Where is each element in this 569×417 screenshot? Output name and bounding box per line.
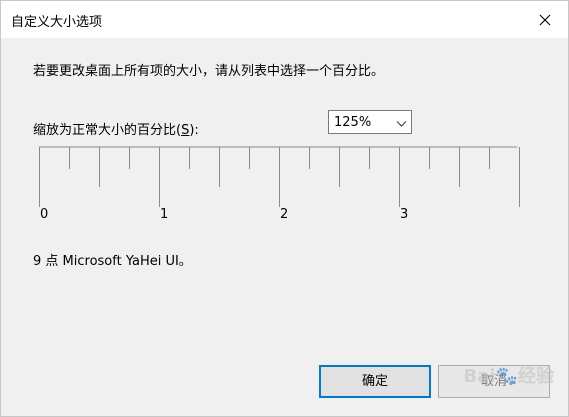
ruler-label-0: 0 — [40, 207, 49, 222]
ruler-label-3: 3 — [400, 207, 409, 222]
scale-percentage-select[interactable]: 125% — [328, 110, 412, 134]
custom-size-dialog: 自定义大小选项 若要更改桌面上所有项的大小，请从列表中选择一个百分比。 缩放为正… — [0, 0, 569, 417]
ruler-label-2: 2 — [280, 207, 289, 222]
scale-ruler[interactable]: 0 1 2 3 — [31, 141, 521, 231]
scale-percentage-value: 125% — [334, 115, 372, 130]
ruler-label-1: 1 — [160, 207, 169, 222]
ruler-graphic — [39, 146, 520, 207]
window-title: 自定义大小选项 — [11, 15, 103, 30]
scale-label-suffix: ): — [189, 123, 199, 138]
chevron-down-icon — [396, 117, 407, 132]
font-info-text: 9 点 Microsoft YaHei UI。 — [33, 254, 192, 269]
title-bar: 自定义大小选项 — [1, 1, 568, 38]
ok-button[interactable]: 确定 — [319, 365, 431, 398]
close-icon — [539, 14, 551, 26]
scale-label-prefix: 缩放为正常大小的百分比( — [33, 123, 182, 138]
close-button[interactable] — [522, 1, 568, 38]
cancel-button[interactable]: 取消 — [438, 365, 550, 398]
instruction-text: 若要更改桌面上所有项的大小，请从列表中选择一个百分比。 — [33, 64, 385, 79]
scale-label: 缩放为正常大小的百分比(S): — [33, 119, 199, 138]
